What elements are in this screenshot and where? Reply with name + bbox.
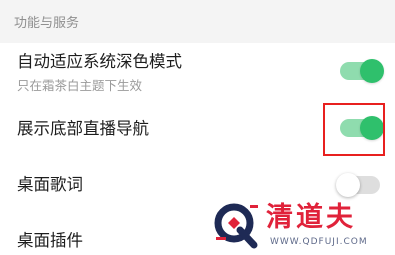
section-title: 功能与服务 [14,16,80,31]
toggle-knob [360,59,384,83]
q-logo-icon [214,203,258,249]
setting-title-bottom-live-nav: 展示底部直播导航 [17,119,149,138]
setting-title-desktop-widget: 桌面插件 [17,231,83,250]
auto-dark-mode-toggle[interactable] [340,59,384,83]
desktop-lyrics-toggle[interactable] [336,173,380,197]
setting-subtitle-auto-dark-mode: 只在霜茶白主题下生效 [17,78,143,93]
watermark-brand: 清道夫 [266,202,356,233]
setting-title-desktop-lyrics: 桌面歌词 [17,175,83,194]
section-header: 功能与服务 [0,0,395,43]
watermark-url: WWW.QDFUJI.COM [270,237,368,247]
setting-title-auto-dark-mode: 自动适应系统深色模式 [17,52,182,71]
highlight-box [323,103,385,156]
watermark: 清道夫 WWW.QDFUJI.COM [210,199,390,255]
setting-row-auto-dark-mode[interactable]: 自动适应系统深色模式 只在霜茶白主题下生效 [0,43,395,101]
toggle-knob [336,173,360,197]
